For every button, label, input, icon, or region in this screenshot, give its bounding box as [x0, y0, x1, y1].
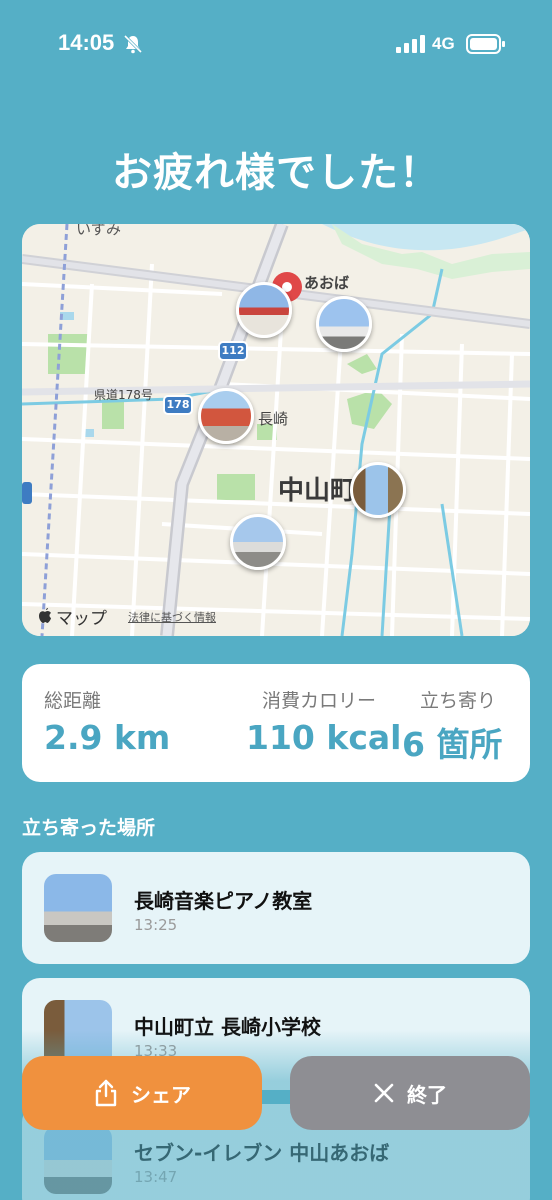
calories-value: 110 kcal — [246, 718, 402, 757]
network-type: 4G — [432, 34, 455, 53]
photo-pin-1[interactable] — [236, 282, 292, 338]
status-bar: 14:05 4G — [0, 0, 552, 90]
place-name: セブン-イレブン 中山あおば — [134, 1141, 390, 1165]
place-time: 13:25 — [134, 916, 178, 934]
map-label-aoba: あおば — [304, 274, 350, 292]
place-card[interactable]: 長崎音楽ピアノ教室 13:25 — [22, 852, 530, 964]
stats-card: 総距離 2.9 km 消費カロリー 110 kcal 立ち寄り 6 箇所 — [22, 664, 530, 782]
close-icon — [374, 1083, 394, 1103]
place-thumbnail — [44, 874, 112, 942]
map-label-town: 中山町 — [278, 476, 357, 506]
stops-value: 6 箇所 — [402, 725, 503, 764]
route-shield-112: 112 — [218, 341, 248, 361]
route-map[interactable]: いずみ 県道178号 112 178 あおば 長崎 中山町 マップ 法律に基づく… — [22, 224, 530, 636]
map-attribution: マップ — [56, 609, 107, 629]
map-label-top: いずみ — [76, 224, 122, 238]
map-legal-link[interactable]: 法律に基づく情報 — [128, 609, 216, 625]
route-shield-178: 178 — [163, 395, 193, 415]
photo-pin-4[interactable] — [350, 462, 406, 518]
end-button-label: 終了 — [407, 1082, 447, 1107]
photo-pin-2[interactable] — [316, 296, 372, 352]
bell-slash-icon — [123, 34, 143, 54]
cellular-signal-icon — [396, 35, 425, 53]
map-label-nagasaki: 長崎 — [258, 410, 289, 428]
place-name: 長崎音楽ピアノ教室 — [134, 889, 313, 913]
end-button[interactable]: 終了 — [290, 1056, 530, 1130]
share-icon — [95, 1079, 117, 1107]
photo-pin-5[interactable] — [230, 514, 286, 570]
stops-label: 立ち寄り — [420, 690, 497, 712]
place-name: 中山町立 長崎小学校 — [134, 1015, 321, 1039]
status-time: 14:05 — [58, 30, 115, 55]
place-thumbnail — [44, 1126, 112, 1194]
section-title-visited-places: 立ち寄った場所 — [22, 817, 156, 839]
share-button[interactable]: シェア — [22, 1056, 262, 1130]
distance-value: 2.9 km — [44, 718, 171, 757]
share-button-label: シェア — [131, 1082, 191, 1107]
battery-icon — [466, 34, 505, 54]
photo-pin-3[interactable] — [198, 388, 254, 444]
place-time: 13:47 — [134, 1168, 178, 1186]
distance-label: 総距離 — [44, 690, 102, 712]
apple-logo-icon — [39, 608, 51, 623]
calories-label: 消費カロリー — [262, 690, 377, 712]
map-label-prefectural-road: 県道178号 — [94, 388, 153, 402]
page-title: お疲れ様でした！ — [112, 150, 440, 196]
